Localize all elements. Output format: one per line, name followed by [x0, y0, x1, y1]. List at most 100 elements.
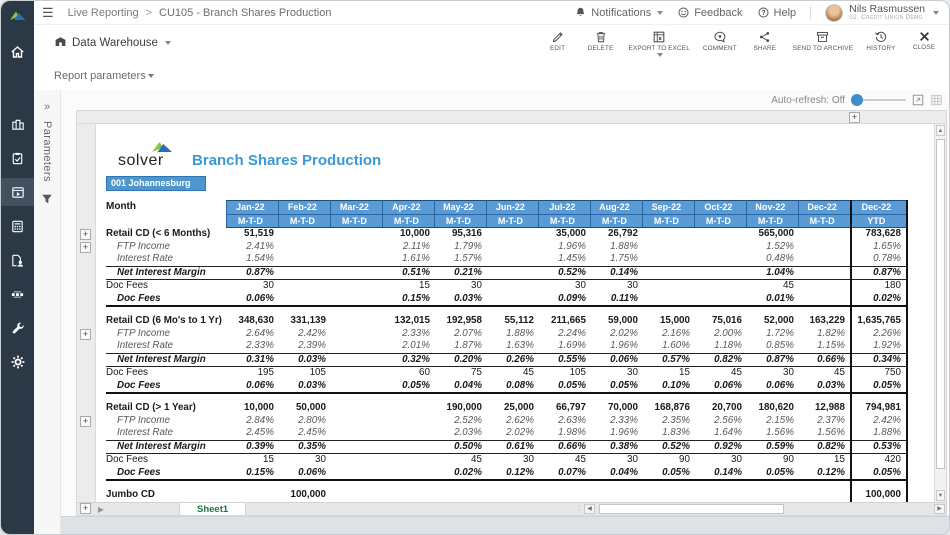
- sidebar-item-document-user[interactable]: [1, 246, 34, 274]
- hamburger-menu-icon[interactable]: ☰: [42, 6, 54, 19]
- sidebar-item-calculator[interactable]: [1, 212, 34, 240]
- value-cell: [435, 502, 487, 503]
- comment-button[interactable]: COMMENT: [703, 30, 737, 52]
- scroll-up-arrow[interactable]: ▲: [936, 125, 945, 136]
- value-cell: [383, 427, 435, 440]
- value-cell: 2.02%: [487, 427, 539, 440]
- value-cell: 0.03%: [279, 380, 331, 394]
- value-cell: [383, 489, 435, 502]
- user-menu[interactable]: Nils Rasmussen 02. Credit Union Demo: [825, 4, 939, 22]
- column-subheader-mtd: M-T-D: [487, 214, 539, 228]
- funnel-icon[interactable]: [41, 192, 53, 210]
- sidebar-item-pipeline[interactable]: [1, 280, 34, 308]
- value-cell: [643, 241, 695, 254]
- ytd-value-cell: 420: [851, 454, 907, 467]
- notifications-menu[interactable]: Notifications: [574, 6, 663, 19]
- spacer-cell: [851, 306, 907, 315]
- scrollbar-splitter[interactable]: ⋮: [575, 503, 583, 515]
- history-button[interactable]: HISTORY: [866, 30, 896, 52]
- column-gutter: +: [77, 111, 946, 124]
- next-sheet-arrow[interactable]: ▶: [93, 503, 109, 515]
- value-cell: [643, 266, 695, 280]
- sidebar-item-buildings[interactable]: [1, 110, 34, 138]
- report-toolbar: Data Warehouse EDIT DELETE EXPORT TO EXCEL…: [34, 25, 949, 61]
- value-cell: [331, 415, 383, 428]
- auto-refresh-slider[interactable]: [851, 94, 906, 106]
- expand-row-button[interactable]: +: [80, 416, 91, 427]
- open-window-icon[interactable]: [912, 94, 924, 106]
- sidebar-item-gear[interactable]: [1, 348, 34, 376]
- sidebar-item-clipboard-check[interactable]: [1, 144, 34, 172]
- horizontal-scroll-thumb[interactable]: [599, 504, 784, 514]
- sidebar-item-tools[interactable]: [1, 314, 34, 342]
- horizontal-scrollbar[interactable]: ◀ ▶: [583, 503, 946, 515]
- value-cell: 0.52%: [643, 440, 695, 454]
- value-cell: 0.05%: [643, 467, 695, 481]
- row-label: Jumbo CD: [106, 489, 227, 502]
- feedback-button[interactable]: Feedback: [677, 6, 742, 19]
- value-cell: 45: [747, 280, 799, 293]
- breadcrumb-section[interactable]: Live Reporting: [68, 7, 139, 19]
- value-cell: 0.06%: [747, 380, 799, 394]
- user-organization: 02. Credit Union Demo: [849, 15, 925, 22]
- grid-icon[interactable]: [930, 94, 943, 106]
- scroll-right-arrow[interactable]: ▶: [934, 504, 945, 514]
- edit-button[interactable]: EDIT: [543, 30, 573, 52]
- sidebar-item-home[interactable]: [1, 38, 34, 66]
- export-to-excel-button[interactable]: EXPORT TO EXCEL: [629, 30, 690, 57]
- spacer-cell: [227, 306, 279, 315]
- ytd-value-cell: 1,635,765: [851, 315, 907, 328]
- value-cell: 30: [279, 454, 331, 467]
- value-cell: 0.57%: [643, 353, 695, 367]
- action-label: SHARE: [753, 45, 776, 52]
- expand-columns-button[interactable]: +: [849, 112, 860, 123]
- row-label: Doc Fees: [106, 280, 227, 293]
- sidebar-item-report[interactable]: [1, 178, 34, 206]
- spacer-cell: [227, 393, 279, 402]
- column-header-month: Sep-22: [643, 201, 695, 215]
- value-cell: 2.33%: [383, 328, 435, 341]
- expand-row-button[interactable]: +: [80, 503, 91, 514]
- expand-row-button[interactable]: +: [80, 229, 91, 240]
- help-button[interactable]: ? Help: [757, 6, 797, 19]
- value-cell: 2.52%: [435, 415, 487, 428]
- value-cell: [331, 440, 383, 454]
- expand-row-button[interactable]: +: [80, 329, 91, 340]
- value-cell: 0.50%: [435, 440, 487, 454]
- value-cell: 0.55%: [539, 353, 591, 367]
- vertical-scrollbar[interactable]: ▲ ▼: [934, 124, 946, 502]
- value-cell: 0.39%: [227, 440, 279, 454]
- value-cell: 0.09%: [539, 293, 591, 307]
- column-header-month: Dec-22: [799, 201, 851, 215]
- send-to-archive-button[interactable]: SEND TO ARCHIVE: [793, 30, 853, 52]
- expand-row-button[interactable]: +: [80, 242, 91, 253]
- column-header-month: Aug-22: [591, 201, 643, 215]
- ytd-value-cell: 0.53%: [851, 440, 907, 454]
- value-cell: 2.41%: [227, 241, 279, 254]
- spacer-cell: [435, 393, 487, 402]
- action-label: CLOSE: [913, 44, 935, 51]
- data-source-selector[interactable]: Data Warehouse: [54, 35, 171, 51]
- column-subheader-ytd: YTD: [851, 214, 907, 228]
- scroll-left-arrow[interactable]: ◀: [584, 504, 595, 514]
- sheet-tab[interactable]: Sheet1: [179, 503, 246, 515]
- scroll-down-arrow[interactable]: ▼: [936, 490, 945, 501]
- spacer-cell: [279, 306, 331, 315]
- value-cell: 100,000: [279, 489, 331, 502]
- close-button[interactable]: CLOSE: [909, 30, 939, 51]
- value-cell: 0.82%: [799, 440, 851, 454]
- value-cell: 2.39%: [279, 340, 331, 353]
- value-cell: 1.56%: [747, 427, 799, 440]
- row-label: Doc Fees: [106, 454, 227, 467]
- delete-button[interactable]: DELETE: [586, 30, 616, 52]
- value-cell: [695, 280, 747, 293]
- report-parameters-toggle[interactable]: Report parameters: [54, 70, 146, 82]
- value-cell: 0.08%: [487, 380, 539, 394]
- expand-panel-chevrons-icon[interactable]: »: [44, 102, 50, 113]
- share-button[interactable]: SHARE: [750, 30, 780, 52]
- vertical-scroll-thumb[interactable]: [936, 139, 945, 469]
- value-cell: 30: [591, 367, 643, 380]
- value-cell: 75: [435, 367, 487, 380]
- solver-logo-text: solver: [118, 152, 164, 170]
- ytd-value-cell: 2.26%: [851, 328, 907, 341]
